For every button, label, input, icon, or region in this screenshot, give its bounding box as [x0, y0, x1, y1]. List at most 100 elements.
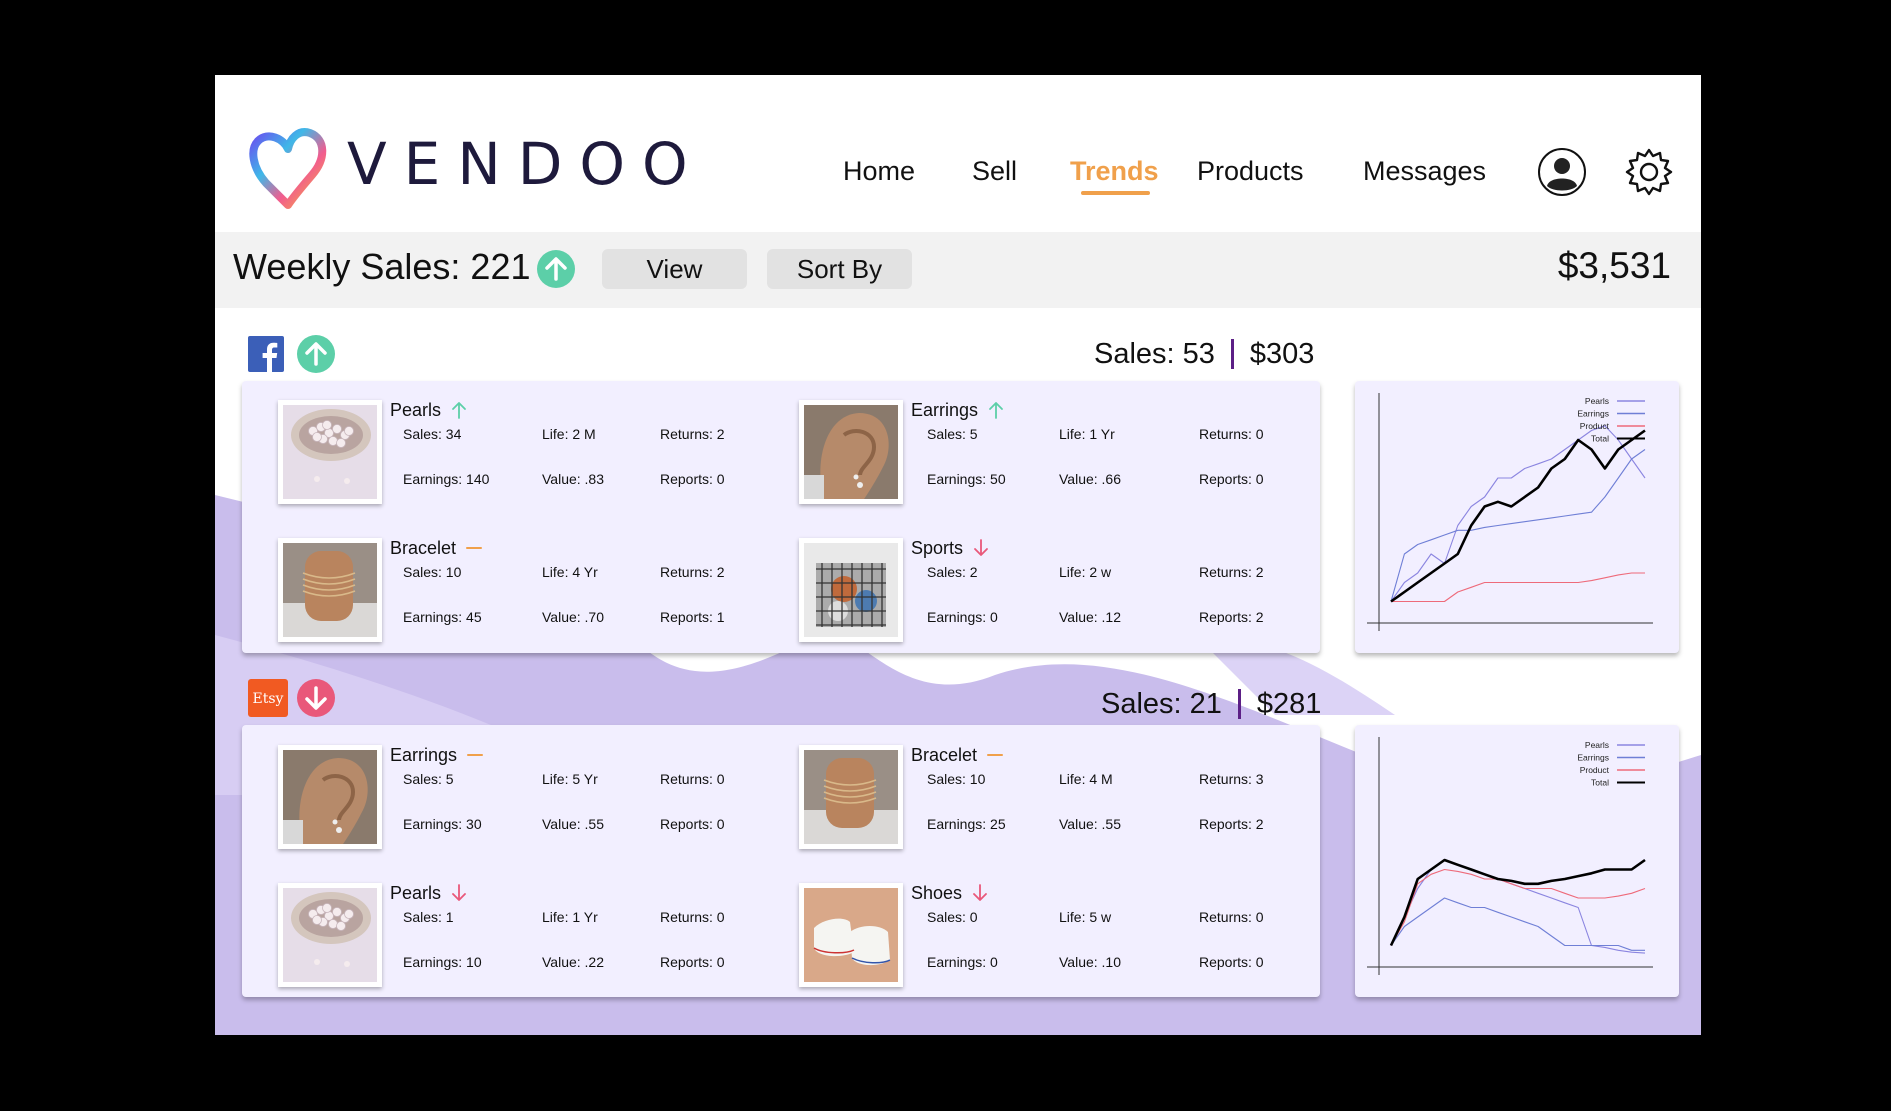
total-earnings: $3,531 [1557, 245, 1671, 286]
trend-down-icon [297, 679, 335, 717]
stat-earnings: Earnings: 140 [403, 471, 490, 487]
stat-sales: Sales: 2 [927, 564, 978, 580]
product-thumbnail[interactable] [278, 745, 382, 849]
product-item-bracelet[interactable]: Bracelet Sales: 10 Life: 4 Yr Returns: 2 Ear… [278, 538, 798, 648]
product-item-earrings[interactable]: Earrings Sales: 5 Life: 5 Yr Returns: 0 Earn… [278, 745, 798, 855]
trend-down-icon [974, 539, 988, 556]
stat-value: Value: .55 [1059, 816, 1122, 832]
product-thumbnail[interactable] [799, 400, 903, 504]
nav-active-indicator [1081, 191, 1150, 195]
series-line-product [1391, 572, 1645, 603]
legend-label: Total [1591, 434, 1609, 444]
stat-earnings: Earnings: 25 [927, 816, 1006, 832]
etsy-icon[interactable]: Etsy [248, 679, 288, 717]
nav-trends[interactable]: Trends [1070, 158, 1159, 185]
product-name-label: Shoes [911, 883, 963, 903]
stat-earnings: Earnings: 0 [927, 954, 998, 970]
product-name: Bracelet [911, 745, 1004, 765]
product-thumbnail[interactable] [799, 538, 903, 642]
stat-reports: Reports: 0 [1199, 471, 1264, 487]
stat-value: Value: .83 [542, 471, 605, 487]
product-item-sports[interactable]: Sports Sales: 2 Life: 2 w Returns: 2 Earning… [799, 538, 1319, 648]
stat-value: Value: .12 [1059, 609, 1122, 625]
product-item-pearls[interactable]: Pearls Sales: 1 Life: 1 Yr Returns: 0 Earnin… [278, 883, 798, 993]
stat-returns: Returns: 2 [1199, 564, 1264, 580]
trend-chart-facebook: Pearls Earrings Product Total [1355, 381, 1679, 653]
product-name-label: Bracelet [911, 745, 978, 765]
product-name-label: Earrings [390, 745, 458, 765]
product-thumbnail[interactable] [278, 538, 382, 642]
view-button[interactable]: View [602, 249, 747, 289]
product-thumbnail[interactable] [278, 883, 382, 987]
trend-down-icon [973, 884, 987, 901]
vendoo-logo-icon [249, 128, 327, 209]
stat-returns: Returns: 0 [660, 909, 725, 925]
product-name-label: Bracelet [390, 538, 457, 558]
stat-value: Value: .55 [542, 816, 605, 832]
stat-reports: Reports: 0 [660, 954, 725, 970]
stat-value: Value: .22 [542, 954, 605, 970]
series-line-earrings [1390, 449, 1646, 602]
product-item-earrings[interactable]: Earrings Sales: 5 Life: 1 Yr Returns: 0 Earn… [799, 400, 1319, 510]
series-line-total [1390, 429, 1646, 603]
stat-sales: Sales: 5 [403, 771, 454, 787]
facebook-icon[interactable] [248, 336, 284, 372]
legend-label: Earrings [1577, 753, 1609, 763]
legend-label: Total [1591, 778, 1609, 788]
trend-up-icon [989, 402, 1003, 419]
line-chart: Pearls Earrings Product Total [1367, 737, 1653, 975]
product-item-pearls[interactable]: Pearls Sales: 34 Life: 2 M Returns: 2 Earnin… [278, 400, 798, 510]
product-name-label: Pearls [390, 883, 442, 903]
stat-life: Life: 5 w [1059, 909, 1112, 925]
weekly-sales-label: Weekly Sales: 221 [233, 246, 531, 287]
legend-label: Earrings [1577, 409, 1609, 419]
stat-life: Life: 4 M [1059, 771, 1113, 787]
trend-flat-icon [467, 754, 484, 756]
stat-sales: Sales: 1 [403, 909, 454, 925]
stat-life: Life: 2 w [1059, 564, 1112, 580]
stat-returns: Returns: 0 [1199, 426, 1264, 442]
summary-divider [1237, 689, 1241, 719]
stat-life: Life: 2 M [542, 426, 596, 442]
product-name-label: Pearls [390, 400, 442, 420]
stat-returns: Returns: 2 [660, 564, 725, 580]
section-amount: $281 [1256, 687, 1322, 720]
nav-home[interactable]: Home [843, 158, 915, 185]
stat-reports: Reports: 2 [1199, 816, 1264, 832]
trend-flat-icon [466, 547, 483, 549]
trend-down-icon [452, 884, 466, 901]
product-thumbnail[interactable] [799, 745, 903, 849]
stat-value: Value: .70 [542, 609, 605, 625]
stat-reports: Reports: 1 [660, 609, 725, 625]
series-line-product [1390, 868, 1646, 946]
stat-earnings: Earnings: 30 [403, 816, 482, 832]
sort-by-button[interactable]: Sort By [767, 249, 912, 289]
nav-sell[interactable]: Sell [972, 158, 1017, 185]
account-circle-icon[interactable] [1537, 147, 1587, 197]
stat-life: Life: 4 Yr [542, 564, 598, 580]
nav-messages[interactable]: Messages [1363, 158, 1486, 185]
legend-label: Product [1580, 421, 1610, 431]
stat-earnings: Earnings: 45 [403, 609, 482, 625]
stat-sales: Sales: 34 [403, 426, 462, 442]
stat-sales: Sales: 5 [927, 426, 978, 442]
stat-returns: Returns: 0 [1199, 909, 1264, 925]
line-chart: Pearls Earrings Product Total [1367, 393, 1653, 631]
product-name-label: Earrings [911, 400, 979, 420]
stat-returns: Returns: 3 [1199, 771, 1264, 787]
product-thumbnail[interactable] [278, 400, 382, 504]
section-sales: Sales: 53 [1094, 337, 1215, 370]
stat-reports: Reports: 0 [1199, 954, 1264, 970]
summary-divider [1230, 339, 1234, 369]
stat-reports: Reports: 2 [1199, 609, 1264, 625]
product-thumbnail[interactable] [799, 883, 903, 987]
product-name: Pearls [390, 401, 467, 419]
nav-products[interactable]: Products [1197, 158, 1304, 185]
product-item-bracelet[interactable]: Bracelet Sales: 10 Life: 4 M Returns: 3 Earn… [799, 745, 1319, 855]
legend-label: Pearls [1585, 740, 1609, 750]
stat-sales: Sales: 10 [403, 564, 462, 580]
product-item-shoes[interactable]: Shoes Sales: 0 Life: 5 w Returns: 0 Earnings… [799, 883, 1319, 993]
trend-chart-etsy: Pearls Earrings Product Total [1355, 725, 1679, 997]
gear-icon[interactable] [1624, 147, 1674, 197]
product-name: Earrings [911, 401, 1004, 419]
